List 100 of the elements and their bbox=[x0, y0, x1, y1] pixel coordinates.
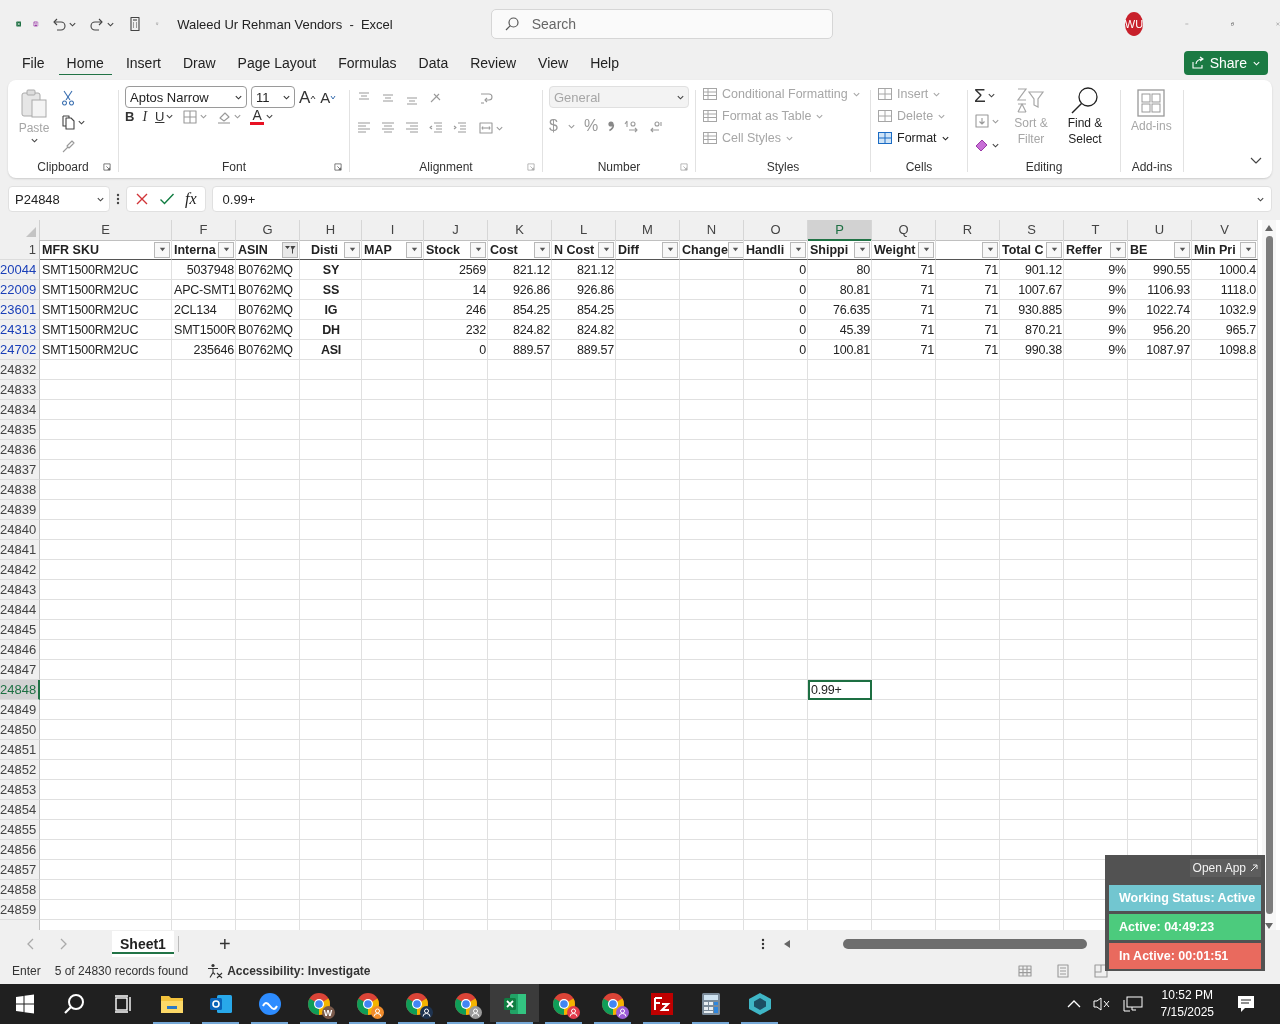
row-header[interactable]: 24832 bbox=[0, 360, 40, 380]
active-cell[interactable]: 0.99+ bbox=[808, 680, 872, 700]
filter-button[interactable] bbox=[1046, 241, 1062, 258]
filter-button[interactable] bbox=[854, 241, 870, 258]
clock-time[interactable]: 10:52 PM bbox=[1161, 987, 1213, 1004]
row-header[interactable]: 24859 bbox=[0, 900, 40, 920]
chevron-up-icon[interactable] bbox=[1066, 999, 1081, 1009]
menu-tab[interactable]: View bbox=[530, 48, 577, 78]
row-header[interactable]: 24852 bbox=[0, 760, 40, 780]
row-header[interactable]: 24840 bbox=[0, 520, 40, 540]
filter-button[interactable] bbox=[662, 241, 678, 258]
row-header[interactable]: 24845 bbox=[0, 620, 40, 640]
horizontal-scrollbar-thumb[interactable] bbox=[842, 939, 1087, 949]
column-header[interactable]: E bbox=[40, 220, 172, 241]
filter-button[interactable] bbox=[1110, 241, 1126, 258]
taskbar-app-button[interactable]: W bbox=[294, 984, 343, 1024]
menu-tab[interactable]: Draw bbox=[174, 48, 224, 78]
row-header[interactable]: 23601 bbox=[0, 300, 40, 320]
cancel-icon[interactable] bbox=[135, 192, 149, 206]
filter-button[interactable] bbox=[598, 241, 614, 258]
cells-menu-button[interactable]: Format bbox=[877, 130, 950, 146]
page-break-view-icon[interactable] bbox=[1092, 963, 1109, 979]
row-header[interactable]: 24857 bbox=[0, 860, 40, 880]
column-header[interactable]: K bbox=[488, 220, 552, 241]
row-header[interactable]: 24843 bbox=[0, 580, 40, 600]
row-header[interactable]: 24841 bbox=[0, 540, 40, 560]
column-header[interactable]: F bbox=[172, 220, 236, 241]
row-header[interactable]: 24842 bbox=[0, 560, 40, 580]
font-name-dropdown[interactable]: Aptos Narrow bbox=[125, 86, 247, 108]
row-header[interactable]: 24850 bbox=[0, 720, 40, 740]
column-header[interactable]: V bbox=[1192, 220, 1258, 241]
user-avatar[interactable]: WU bbox=[1124, 12, 1144, 36]
filter-button[interactable] bbox=[1240, 241, 1256, 258]
cut-icon[interactable] bbox=[60, 90, 76, 106]
scroll-left-icon[interactable] bbox=[782, 939, 791, 949]
row-header[interactable]: 24846 bbox=[0, 640, 40, 660]
row-header[interactable]: 24839 bbox=[0, 500, 40, 520]
filter-button[interactable] bbox=[406, 241, 422, 258]
font-color-button[interactable]: A bbox=[250, 108, 264, 125]
redo-icon[interactable] bbox=[88, 16, 105, 32]
row-header[interactable]: 24853 bbox=[0, 780, 40, 800]
insert-function-button[interactable]: fx bbox=[185, 190, 197, 208]
wrap-text-icon[interactable] bbox=[478, 90, 494, 106]
row-header[interactable]: 24849 bbox=[0, 700, 40, 720]
scroll-up-icon[interactable] bbox=[1264, 224, 1274, 232]
row-header[interactable]: 24851 bbox=[0, 740, 40, 760]
filter-button[interactable] bbox=[1174, 241, 1190, 258]
menu-tab[interactable]: Page Layout bbox=[229, 48, 325, 78]
row-header[interactable]: 24854 bbox=[0, 800, 40, 820]
column-header[interactable]: P bbox=[808, 220, 872, 241]
row-header[interactable]: 24838 bbox=[0, 480, 40, 500]
filter-button[interactable] bbox=[534, 241, 550, 258]
more-options-icon[interactable] bbox=[760, 937, 765, 951]
search-field[interactable]: Search bbox=[490, 9, 833, 39]
row-header[interactable]: 24855 bbox=[0, 820, 40, 840]
row-header[interactable]: 24702 bbox=[0, 340, 40, 360]
filter-button[interactable] bbox=[982, 241, 998, 258]
formula-input[interactable]: 0.99+ bbox=[211, 186, 1272, 212]
row-header[interactable]: 24844 bbox=[0, 600, 40, 620]
grow-font-button[interactable]: A bbox=[299, 88, 311, 106]
sheet-tab[interactable]: Sheet1 bbox=[112, 931, 174, 957]
column-header[interactable]: M bbox=[616, 220, 680, 241]
menu-tab[interactable]: Formulas bbox=[330, 48, 405, 78]
row-header[interactable]: 1 bbox=[0, 240, 40, 260]
column-header[interactable]: S bbox=[1000, 220, 1064, 241]
row-header[interactable]: 24856 bbox=[0, 840, 40, 860]
column-header[interactable]: H bbox=[300, 220, 362, 241]
row-header[interactable]: 24858 bbox=[0, 880, 40, 900]
row-header[interactable]: 24848 bbox=[0, 680, 40, 700]
caret-icon[interactable] bbox=[165, 112, 175, 121]
check-icon[interactable] bbox=[159, 192, 175, 206]
underline-button[interactable]: U bbox=[155, 110, 165, 123]
muted-speaker-icon[interactable] bbox=[1092, 996, 1111, 1012]
more-options-icon[interactable] bbox=[116, 192, 120, 206]
bold-button[interactable]: B bbox=[125, 110, 135, 123]
row-header[interactable]: 22009 bbox=[0, 280, 40, 300]
row-header[interactable]: 24313 bbox=[0, 320, 40, 340]
filter-button[interactable] bbox=[918, 241, 934, 258]
copy-icon[interactable] bbox=[60, 114, 76, 130]
column-header[interactable]: U bbox=[1128, 220, 1192, 241]
font-size-dropdown[interactable]: 11 bbox=[251, 86, 295, 108]
menu-tab[interactable]: Insert bbox=[117, 48, 169, 78]
filter-button[interactable] bbox=[344, 241, 360, 258]
share-button[interactable]: Share bbox=[1183, 51, 1268, 75]
name-box[interactable]: P24848 bbox=[8, 186, 110, 212]
add-sheet-button[interactable]: + bbox=[218, 934, 231, 954]
row-header[interactable]: 24834 bbox=[0, 400, 40, 420]
row-header[interactable]: 24837 bbox=[0, 460, 40, 480]
row-header[interactable]: 24836 bbox=[0, 440, 40, 460]
filter-button[interactable] bbox=[282, 241, 298, 258]
column-header[interactable]: G bbox=[236, 220, 300, 241]
menu-tab[interactable]: File bbox=[14, 48, 53, 78]
accessibility-status[interactable]: Accessibility: Investigate bbox=[227, 964, 371, 978]
dialog-launcher-icon[interactable] bbox=[102, 162, 112, 172]
menu-tab[interactable]: Data bbox=[410, 48, 457, 78]
filter-button[interactable] bbox=[727, 241, 743, 258]
dialog-launcher-icon[interactable] bbox=[333, 162, 343, 172]
format-painter-icon[interactable] bbox=[60, 138, 76, 154]
menu-tab[interactable]: Help bbox=[582, 48, 627, 78]
filter-button[interactable] bbox=[218, 241, 234, 258]
